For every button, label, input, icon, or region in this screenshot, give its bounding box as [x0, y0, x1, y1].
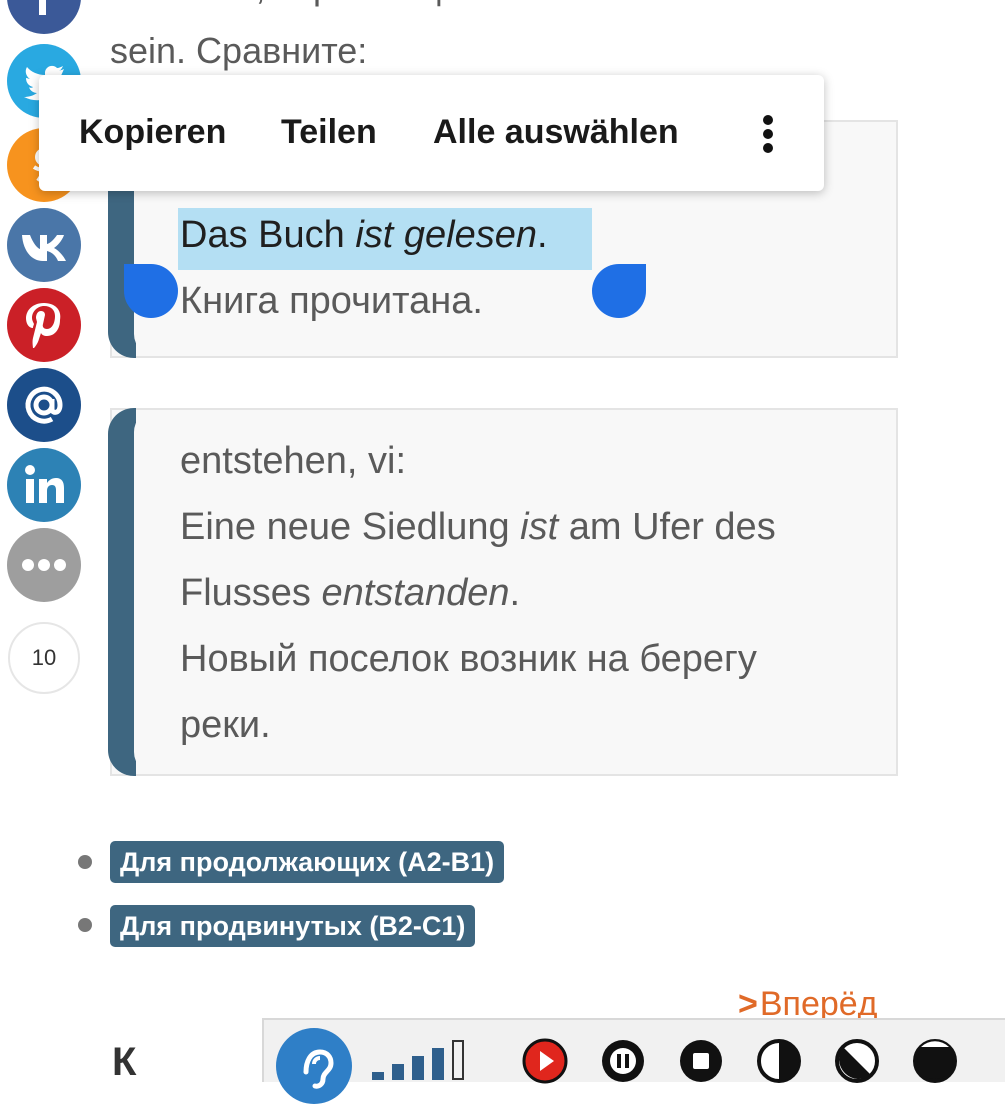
contrast-full-icon[interactable] [912, 1038, 958, 1084]
example-2-german-line-2: Flusses entstanden. [180, 572, 521, 614]
more-options-icon[interactable] [759, 113, 777, 153]
hearing-icon[interactable] [276, 1028, 352, 1104]
list-bullet [78, 918, 92, 932]
contrast-diagonal-icon[interactable] [834, 1038, 880, 1084]
share-mail[interactable] [7, 368, 81, 442]
example-1-russian: Книга прочитана. [180, 280, 483, 322]
mail-icon [20, 381, 68, 429]
article-text-cut: глаголов, спрягающихся с [110, 0, 544, 8]
share-vk[interactable] [7, 208, 81, 282]
example-2-russian-line-1: Новый поселок возник на берегу [180, 638, 757, 680]
heading-cut: К [112, 1040, 137, 1084]
level-link-b2-c1[interactable]: Для продвинутых (B2-C1) [110, 905, 476, 947]
selection-handle-left[interactable] [124, 264, 178, 318]
share-counter: 10 [8, 622, 80, 694]
example-1-german[interactable]: Das Buch ist gelesen. [180, 214, 548, 257]
example-2-german-line-1: Eine neue Siedlung ist am Ufer des [180, 506, 776, 548]
share-button[interactable]: Teilen [281, 113, 377, 152]
share-pinterest[interactable] [7, 288, 81, 362]
text-selection-menu: Kopieren Teilen Alle auswählen [39, 75, 824, 191]
facebook-icon [24, 0, 64, 17]
play-icon[interactable] [522, 1038, 568, 1084]
quote-bar [108, 408, 136, 776]
accessibility-toolbar [262, 1018, 1005, 1104]
share-facebook[interactable] [7, 0, 81, 34]
level-link-a2-b1[interactable]: Для продолжающих (A2-B1) [110, 841, 505, 883]
example-2-russian-line-2: реки. [180, 704, 271, 746]
volume-bars-icon[interactable] [372, 1040, 482, 1080]
selection-handle-right[interactable] [592, 264, 646, 318]
pinterest-icon [24, 301, 64, 349]
pause-icon[interactable] [600, 1038, 646, 1084]
article-text: sein. Сравните: [110, 30, 368, 71]
share-more[interactable] [7, 528, 81, 602]
more-icon [20, 558, 68, 572]
copy-button[interactable]: Kopieren [79, 113, 226, 152]
example-2-verb: entstehen, vi: [180, 440, 407, 482]
contrast-half-icon[interactable] [756, 1038, 802, 1084]
vk-icon [20, 229, 68, 261]
share-linkedin[interactable] [7, 448, 81, 522]
select-all-button[interactable]: Alle auswählen [433, 113, 679, 152]
list-bullet [78, 855, 92, 869]
stop-icon[interactable] [678, 1038, 724, 1084]
linkedin-icon [22, 463, 66, 507]
